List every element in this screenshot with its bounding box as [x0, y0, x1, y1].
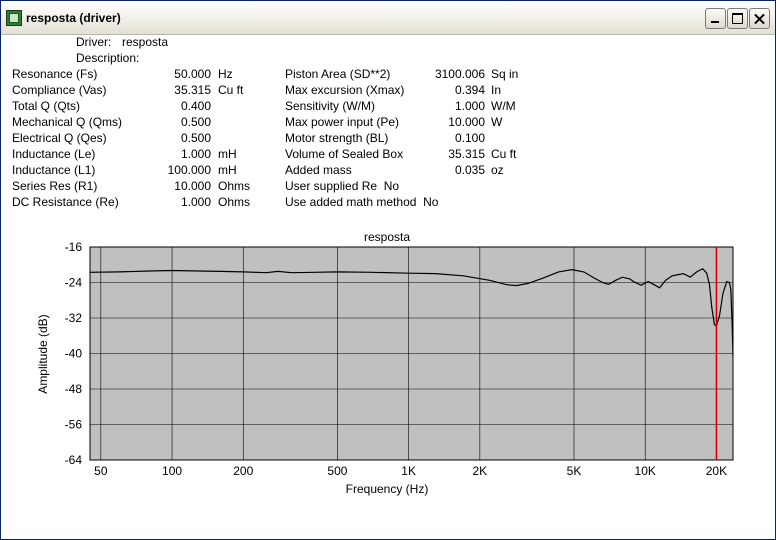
driver-name: resposta — [122, 35, 169, 49]
param-unit: mH — [218, 163, 237, 177]
param-value: 35.315 — [174, 83, 211, 97]
description-label: Description: — [76, 51, 140, 65]
param-label: Resonance (Fs) — [12, 67, 98, 81]
param-value: 1.000 — [454, 99, 485, 113]
driver-window: resposta (driver) — [0, 0, 776, 540]
param-label: Total Q (Qts) — [12, 99, 81, 113]
flag-row: User supplied Re No — [285, 179, 400, 193]
param-label: Piston Area (SD**2) — [285, 67, 391, 81]
param-label: Electrical Q (Qes) — [12, 131, 107, 145]
param-value: 0.500 — [180, 115, 211, 129]
param-label: Inductance (Le) — [12, 147, 96, 161]
param-value: 10.000 — [448, 115, 485, 129]
param-unit: W — [491, 115, 503, 129]
param-label: Max excursion (Xmax) — [285, 83, 405, 97]
param-unit: Ohms — [218, 195, 251, 209]
maximize-icon — [732, 13, 743, 24]
param-value: 1.000 — [180, 195, 211, 209]
flag-row: Use added math method No — [285, 195, 439, 209]
param-value: 0.100 — [454, 131, 485, 145]
param-label: Sensitivity (W/M) — [285, 99, 375, 113]
param-label: Series Res (R1) — [12, 179, 98, 193]
close-button[interactable] — [749, 8, 770, 29]
minimize-icon — [711, 21, 719, 23]
param-value: 50.000 — [174, 67, 211, 81]
param-unit: oz — [491, 163, 504, 177]
param-unit: In — [491, 83, 502, 97]
app-icon — [6, 10, 22, 26]
param-label: Max power input (Pe) — [285, 115, 400, 129]
driver-label: Driver: — [76, 35, 112, 49]
param-value: 3100.006 — [434, 67, 485, 81]
param-value: 0.394 — [454, 83, 485, 97]
param-unit: mH — [218, 147, 237, 161]
param-value: 35.315 — [448, 147, 485, 161]
param-value: 0.035 — [454, 163, 485, 177]
param-label: DC Resistance (Re) — [12, 195, 119, 209]
param-label: Added mass — [285, 163, 352, 177]
window-title: resposta (driver) — [26, 11, 121, 25]
title-bar[interactable]: resposta (driver) — [1, 1, 775, 35]
minimize-button[interactable] — [705, 8, 726, 29]
param-unit: Ohms — [218, 179, 251, 193]
param-value: 0.400 — [180, 99, 211, 113]
param-unit: Cu ft — [491, 147, 517, 161]
param-label: Motor strength (BL) — [285, 131, 389, 145]
param-unit: Cu ft — [218, 83, 244, 97]
maximize-button[interactable] — [727, 8, 748, 29]
param-unit: W/M — [491, 99, 516, 113]
param-label: Compliance (Vas) — [12, 83, 107, 97]
param-unit: Hz — [218, 67, 233, 81]
param-label: Mechanical Q (Qms) — [12, 115, 123, 129]
param-value: 10.000 — [174, 179, 211, 193]
param-value: 100.000 — [167, 163, 211, 177]
param-value: 1.000 — [180, 147, 211, 161]
param-label: Volume of Sealed Box — [285, 147, 404, 161]
param-label: Inductance (L1) — [12, 163, 96, 177]
param-value: 0.500 — [180, 131, 211, 145]
param-unit: Sq in — [491, 67, 519, 81]
